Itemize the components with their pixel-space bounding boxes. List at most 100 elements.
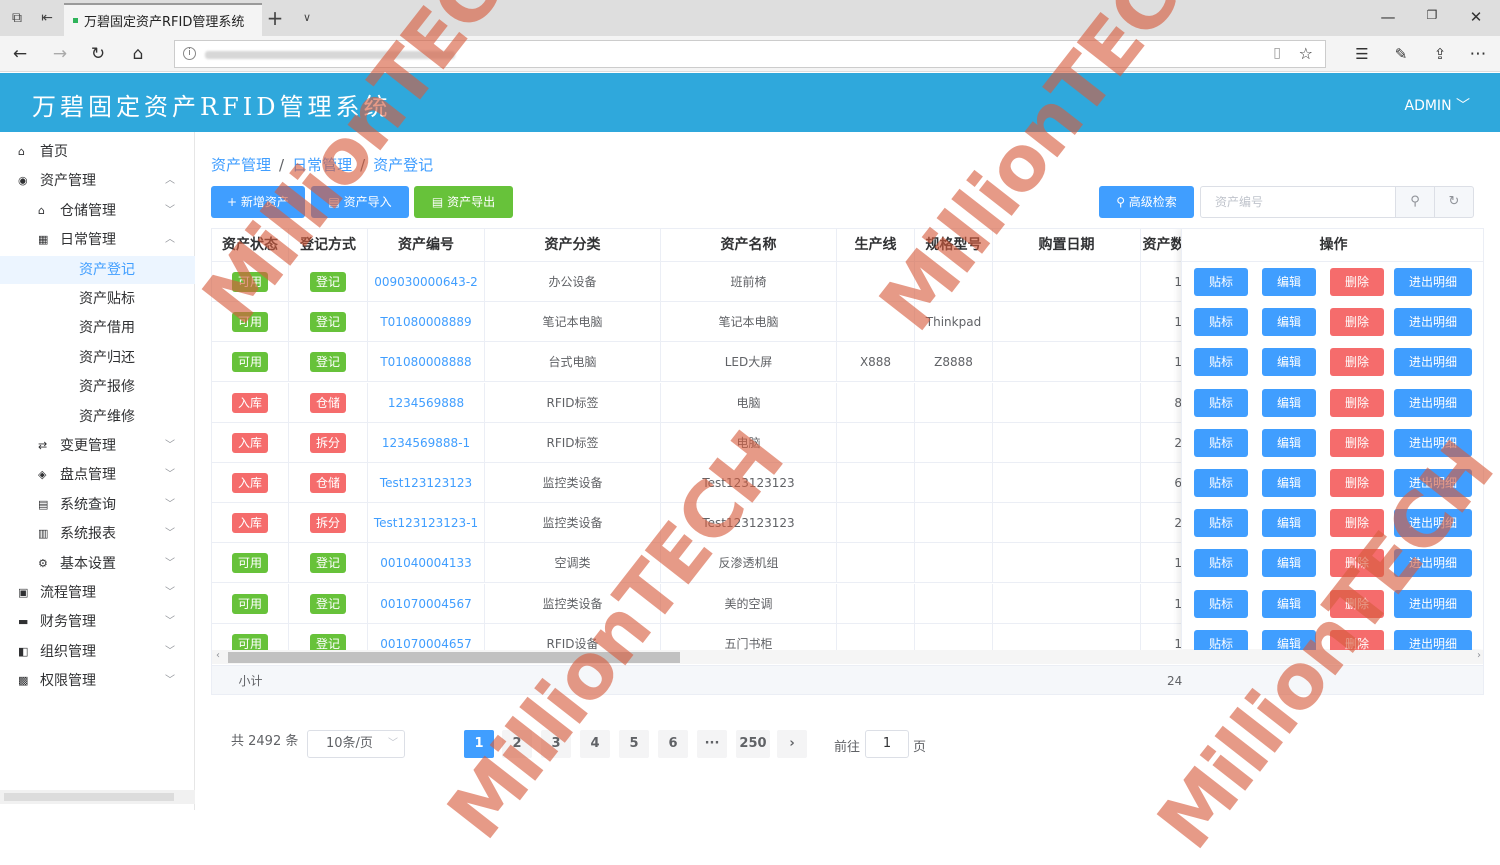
favorite-star-icon[interactable]: ☆ xyxy=(1299,44,1313,63)
browser-tab[interactable]: 万碧固定资产RFID管理系统 xyxy=(64,3,262,36)
column-header[interactable]: 资产名称 xyxy=(661,229,837,262)
delete-button[interactable]: 删除 xyxy=(1330,509,1384,538)
column-header[interactable]: 资产分类 xyxy=(485,229,661,262)
forward-icon[interactable]: → xyxy=(50,44,70,64)
edit-button[interactable]: 编辑 xyxy=(1262,388,1316,417)
back-icon[interactable]: ← xyxy=(10,44,30,64)
detail-button[interactable]: 进出明细 xyxy=(1394,589,1472,618)
detail-button[interactable]: 进出明细 xyxy=(1394,428,1472,457)
sidebar-item[interactable]: ⇄ 变更管理 ﹀ xyxy=(0,432,195,460)
delete-button[interactable]: 删除 xyxy=(1330,308,1384,337)
detail-button[interactable]: 进出明细 xyxy=(1394,509,1472,538)
next-page-button[interactable]: › xyxy=(777,730,807,758)
export-button[interactable]: ▤ 资产导出 xyxy=(414,186,513,218)
edit-button[interactable]: 编辑 xyxy=(1262,549,1316,578)
edit-button[interactable]: 编辑 xyxy=(1262,268,1316,296)
detail-button[interactable]: 进出明细 xyxy=(1394,549,1472,578)
refresh-icon[interactable]: ↻ xyxy=(88,44,108,64)
column-header[interactable]: 购置日期 xyxy=(993,229,1141,262)
tab-menu-chevron-icon[interactable]: ∨ xyxy=(298,9,316,27)
asset-code-link[interactable]: Test123123123-1 xyxy=(368,503,485,544)
delete-button[interactable]: 删除 xyxy=(1330,268,1384,296)
label-button[interactable]: 贴标 xyxy=(1194,308,1248,337)
breadcrumb-item[interactable]: 资产登记 xyxy=(373,156,433,174)
sidebar-item[interactable]: ▤ 系统查询 ﹀ xyxy=(0,491,195,519)
sidebar-item[interactable]: ⌂ 首页 xyxy=(0,138,195,166)
edit-button[interactable]: 编辑 xyxy=(1262,469,1316,497)
page-button[interactable]: 2 xyxy=(502,730,532,758)
delete-button[interactable]: 删除 xyxy=(1330,549,1384,578)
sidebar-item[interactable]: ◈ 盘点管理 ﹀ xyxy=(0,461,195,489)
more-pages-button[interactable]: ··· xyxy=(697,730,727,758)
sidebar-item[interactable]: ⚙ 基本设置 ﹀ xyxy=(0,550,195,578)
column-header[interactable]: 登记方式 xyxy=(289,229,368,262)
label-button[interactable]: 贴标 xyxy=(1194,509,1248,538)
label-button[interactable]: 贴标 xyxy=(1194,428,1248,457)
column-header[interactable]: 规格型号 xyxy=(915,229,993,262)
edit-button[interactable]: 编辑 xyxy=(1262,428,1316,457)
sidebar-scrollbar[interactable] xyxy=(0,790,195,804)
pen-icon[interactable]: ✎ xyxy=(1391,44,1411,64)
asset-code-link[interactable]: T01080008888 xyxy=(368,342,485,383)
page-button[interactable]: 6 xyxy=(658,730,688,758)
page-button[interactable]: 5 xyxy=(619,730,649,758)
advanced-search-button[interactable]: ⚲ 高级检索 xyxy=(1099,186,1194,218)
edit-button[interactable]: 编辑 xyxy=(1262,589,1316,618)
user-menu[interactable]: ADMIN ﹀ xyxy=(1405,95,1471,115)
edit-button[interactable]: 编辑 xyxy=(1262,509,1316,538)
page-button[interactable]: 250 xyxy=(736,730,770,758)
scrollbar-thumb[interactable] xyxy=(4,793,174,801)
label-button[interactable]: 贴标 xyxy=(1194,589,1248,618)
new-tab-button[interactable]: + xyxy=(266,8,284,28)
delete-button[interactable]: 删除 xyxy=(1330,469,1384,497)
detail-button[interactable]: 进出明细 xyxy=(1394,268,1472,296)
delete-button[interactable]: 删除 xyxy=(1330,348,1384,377)
label-button[interactable]: 贴标 xyxy=(1194,549,1248,578)
delete-button[interactable]: 删除 xyxy=(1330,388,1384,417)
detail-button[interactable]: 进出明细 xyxy=(1394,348,1472,377)
delete-button[interactable]: 删除 xyxy=(1330,428,1384,457)
sidebar-item[interactable]: ▩ 权限管理 ﹀ xyxy=(0,667,195,695)
scroll-left-icon[interactable]: ‹ xyxy=(216,650,220,661)
tab-actions-icon[interactable]: ⧉ xyxy=(8,9,26,27)
sidebar-item[interactable]: ◉ 资产管理 ︿ xyxy=(0,167,195,195)
favorites-icon[interactable]: ☰ xyxy=(1352,44,1372,64)
asset-code-link[interactable]: 1234569888-1 xyxy=(368,422,485,463)
sidebar-item[interactable]: ▣ 流程管理 ﹀ xyxy=(0,579,195,607)
more-icon[interactable]: ⋯ xyxy=(1468,44,1488,64)
page-button[interactable]: 4 xyxy=(580,730,610,758)
sidebar-item[interactable]: ◧ 组织管理 ﹀ xyxy=(0,638,195,666)
asset-code-link[interactable]: 001070004567 xyxy=(368,583,485,624)
sidebar-item[interactable]: 资产登记 xyxy=(0,255,195,284)
goto-page-input[interactable]: 1 xyxy=(865,730,909,758)
sidebar-item[interactable]: ⌂ 仓储管理 ﹀ xyxy=(0,197,195,225)
detail-button[interactable]: 进出明细 xyxy=(1394,308,1472,337)
search-button[interactable]: ⚲ xyxy=(1395,186,1435,218)
close-window-button[interactable]: ✕ xyxy=(1466,8,1486,26)
detail-button[interactable]: 进出明细 xyxy=(1394,388,1472,417)
sidebar-item[interactable]: 资产贴标 xyxy=(0,285,195,313)
table-horizontal-scrollbar[interactable]: ‹ › xyxy=(212,650,1483,664)
scroll-right-icon[interactable]: › xyxy=(1477,650,1481,661)
info-icon[interactable]: i xyxy=(183,47,196,60)
label-button[interactable]: 贴标 xyxy=(1194,469,1248,497)
column-header[interactable]: 资产状态 xyxy=(212,229,289,262)
column-header[interactable]: 资产编号 xyxy=(368,229,485,262)
sidebar-item[interactable]: ▬ 财务管理 ﹀ xyxy=(0,608,195,636)
label-button[interactable]: 贴标 xyxy=(1194,268,1248,296)
label-button[interactable]: 贴标 xyxy=(1194,348,1248,377)
breadcrumb-item[interactable]: 日常管理 xyxy=(292,156,352,174)
url-input[interactable]: i ▯ ☆ xyxy=(174,40,1326,68)
minimize-button[interactable]: — xyxy=(1378,8,1398,26)
reading-view-icon[interactable]: ▯ xyxy=(1273,45,1281,61)
page-size-select[interactable]: 10条/页 ﹀ xyxy=(307,730,405,758)
asset-code-link[interactable]: 009030000643-2 xyxy=(368,262,485,302)
asset-code-link[interactable]: 001040004133 xyxy=(368,543,485,584)
asset-code-link[interactable]: 1234569888 xyxy=(368,382,485,423)
asset-code-link[interactable]: Test123123123 xyxy=(368,463,485,503)
edit-button[interactable]: 编辑 xyxy=(1262,348,1316,377)
edit-button[interactable]: 编辑 xyxy=(1262,308,1316,337)
delete-button[interactable]: 删除 xyxy=(1330,589,1384,618)
restore-button[interactable]: ❐ xyxy=(1422,8,1442,22)
reset-button[interactable]: ↻ xyxy=(1434,186,1474,218)
